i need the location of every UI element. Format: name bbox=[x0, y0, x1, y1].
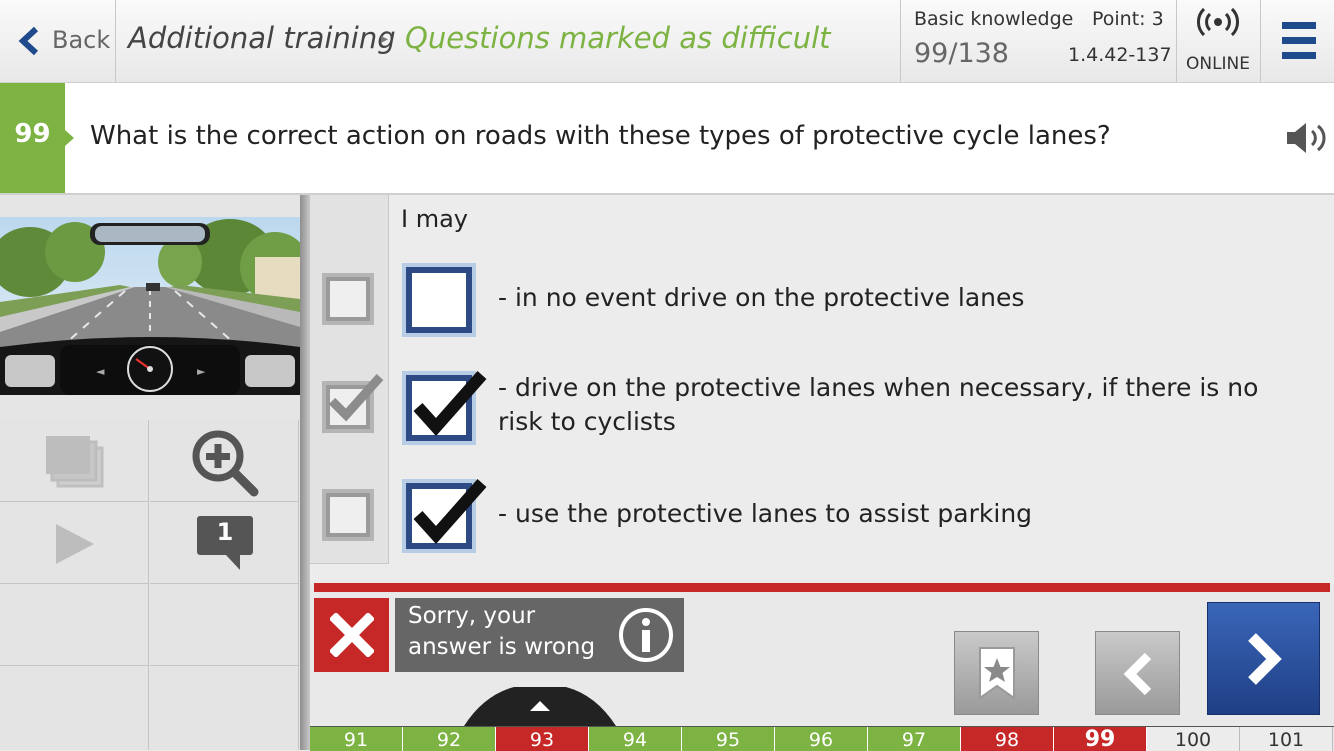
answer-checkbox[interactable] bbox=[402, 263, 476, 337]
play-icon bbox=[56, 524, 94, 564]
result-divider bbox=[314, 583, 1330, 592]
pager-toggle-handle[interactable] bbox=[464, 685, 616, 726]
top-bar: Back Additional training ▸ Questions mar… bbox=[0, 0, 1334, 84]
comments-button[interactable]: 1 bbox=[150, 502, 299, 584]
header-divider bbox=[900, 0, 901, 82]
pager-item[interactable]: 91 bbox=[310, 727, 403, 751]
breadcrumb-separator: ▸ bbox=[381, 31, 389, 47]
copy-icon bbox=[46, 436, 104, 488]
back-button[interactable]: Back bbox=[0, 0, 115, 82]
question-number: 99 bbox=[14, 119, 51, 149]
question-image[interactable]: ◄ ► bbox=[0, 217, 300, 395]
correct-indicator bbox=[322, 373, 384, 433]
question-text: What is the correct action on roads with… bbox=[90, 121, 1111, 151]
svg-text:►: ► bbox=[197, 365, 206, 378]
checkmark-icon bbox=[413, 479, 487, 545]
previous-button[interactable] bbox=[1095, 631, 1180, 715]
zoom-button[interactable] bbox=[150, 420, 299, 502]
speaker-icon[interactable] bbox=[1284, 120, 1328, 156]
feedback-message: Sorry, your answer is wrong bbox=[395, 598, 684, 672]
correct-indicator bbox=[322, 489, 374, 541]
answer-text: - use the protective lanes to assist par… bbox=[498, 499, 1033, 528]
chevron-right-icon bbox=[1248, 633, 1282, 685]
answer-list: I may - in no event drive on the protect… bbox=[310, 195, 1334, 585]
back-label: Back bbox=[52, 26, 111, 54]
online-status[interactable]: ONLINE bbox=[1176, 0, 1260, 82]
feedback-line-1: Sorry, your bbox=[408, 603, 536, 629]
pager-item[interactable]: 94 bbox=[589, 727, 682, 751]
wrong-answer-badge bbox=[314, 598, 389, 672]
pager-item[interactable]: 96 bbox=[775, 727, 868, 751]
feedback-line-2: answer is wrong bbox=[408, 634, 596, 660]
bookmark-icon bbox=[979, 647, 1015, 700]
question-id: 1.4.42-137 bbox=[1068, 44, 1172, 66]
breadcrumb-parent[interactable]: Additional training bbox=[128, 21, 396, 55]
info-icon[interactable] bbox=[617, 606, 675, 664]
question-pager: 91 92 93 94 95 96 97 98 99 100 101 bbox=[310, 726, 1334, 751]
points-label: Point: 3 bbox=[1092, 8, 1164, 30]
checkmark-icon bbox=[413, 371, 487, 437]
play-button[interactable] bbox=[0, 502, 149, 584]
comment-count: 1 bbox=[216, 518, 234, 546]
empty-tile bbox=[0, 666, 149, 750]
pager-item[interactable]: 97 bbox=[868, 727, 961, 751]
zoom-in-icon bbox=[192, 430, 259, 497]
menu-button[interactable] bbox=[1262, 0, 1334, 82]
svg-text:◄: ◄ bbox=[96, 365, 105, 378]
header-divider bbox=[1260, 0, 1261, 82]
correct-indicator bbox=[322, 273, 374, 325]
empty-tile bbox=[0, 584, 149, 666]
pager-item[interactable]: 93 bbox=[496, 727, 589, 751]
media-panel: ◄ ► 1 bbox=[0, 195, 300, 750]
next-button[interactable] bbox=[1207, 602, 1320, 715]
answer-checkbox[interactable] bbox=[402, 479, 487, 553]
bookmark-button[interactable] bbox=[954, 631, 1039, 715]
answer-intro: I may bbox=[401, 205, 468, 233]
panel-splitter[interactable] bbox=[300, 195, 310, 750]
empty-tile bbox=[150, 666, 299, 750]
chevron-left-icon bbox=[1123, 652, 1152, 696]
empty-tile bbox=[150, 584, 299, 666]
pager-item[interactable]: 98 bbox=[961, 727, 1054, 751]
category-label: Basic knowledge bbox=[914, 8, 1074, 30]
close-x-icon bbox=[330, 613, 374, 657]
pager-item[interactable]: 101 bbox=[1240, 727, 1333, 751]
header-divider bbox=[115, 0, 116, 82]
question-number-badge: 99 bbox=[0, 83, 65, 193]
pager-item[interactable]: 95 bbox=[682, 727, 775, 751]
answer-text: - in no event drive on the protective la… bbox=[498, 283, 1025, 312]
answer-checkbox[interactable] bbox=[402, 371, 487, 445]
pager-item[interactable]: 92 bbox=[403, 727, 496, 751]
question-number-pointer bbox=[65, 130, 74, 146]
breadcrumb-current: Questions marked as difficult bbox=[405, 21, 831, 55]
back-chevron-icon bbox=[18, 26, 39, 56]
question-progress: 99/138 bbox=[914, 38, 1009, 69]
pager-item-current[interactable]: 99 bbox=[1054, 727, 1147, 751]
online-label: ONLINE bbox=[1185, 54, 1251, 74]
online-signal-icon bbox=[1197, 7, 1239, 37]
question-bar: 99 What is the correct action on roads w… bbox=[0, 83, 1334, 195]
copy-button[interactable] bbox=[0, 420, 149, 502]
pager-item[interactable]: 100 bbox=[1147, 727, 1240, 751]
checkmark-icon bbox=[328, 373, 384, 422]
answer-text: - drive on the protective lanes when nec… bbox=[498, 373, 1259, 436]
